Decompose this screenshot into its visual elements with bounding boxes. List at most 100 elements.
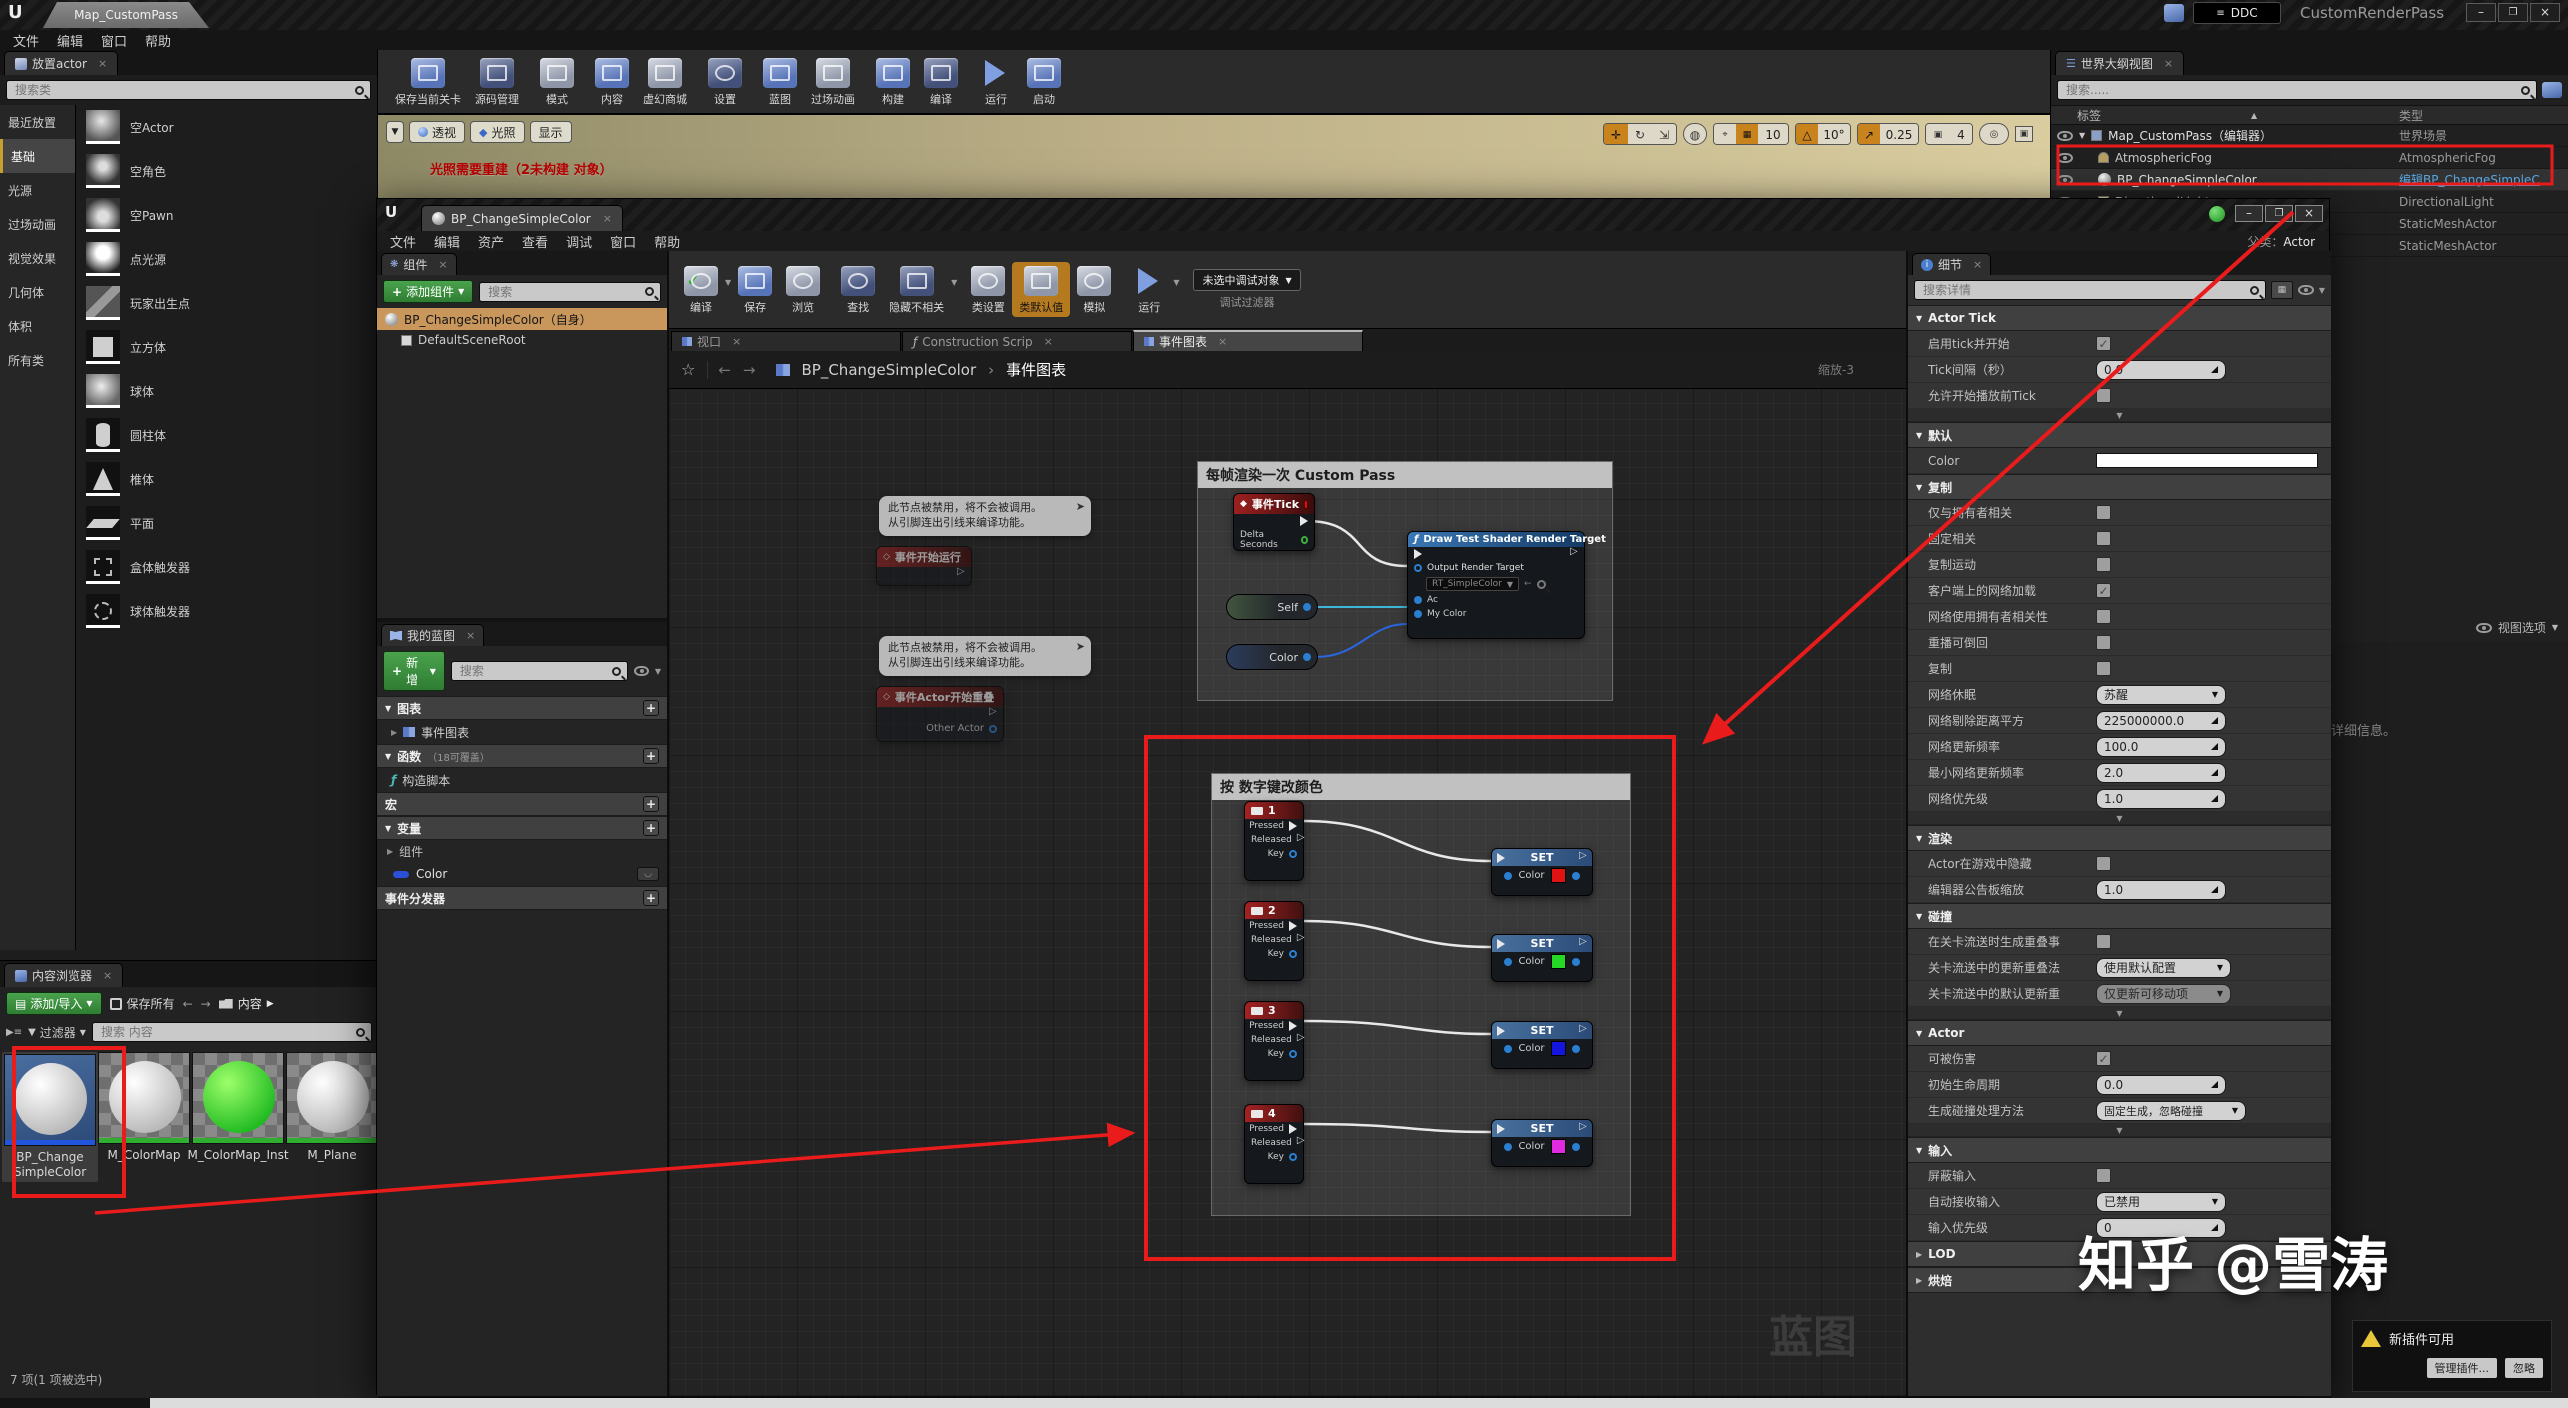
favorite-star-icon[interactable]: ☆ bbox=[681, 360, 695, 379]
place-item[interactable]: 空角色 bbox=[76, 149, 377, 193]
checkbox[interactable] bbox=[2096, 505, 2111, 520]
nav-back-icon[interactable]: ← bbox=[707, 360, 731, 379]
category-volumes[interactable]: 体积 bbox=[0, 309, 75, 343]
checkbox[interactable] bbox=[2096, 856, 2111, 871]
cinematics-button[interactable]: 过场动画 bbox=[804, 54, 862, 109]
pressed-pin[interactable] bbox=[1289, 821, 1297, 831]
view-options-button[interactable]: 视图选项 ▼ bbox=[2475, 619, 2558, 636]
class-defaults-button[interactable]: 类默认值 bbox=[1012, 262, 1071, 317]
set-color-node-magenta[interactable]: SET Color bbox=[1491, 1119, 1593, 1167]
graphs-section[interactable]: ▼ 图表 + bbox=[377, 696, 667, 720]
add-actor-icon[interactable] bbox=[2542, 82, 2562, 98]
column-label[interactable]: 标签 bbox=[2077, 107, 2101, 124]
section-rendering[interactable]: ▼ 渲染 bbox=[1908, 825, 2331, 851]
content-button[interactable]: 内容 bbox=[588, 54, 636, 109]
color-swatch[interactable] bbox=[1550, 954, 1566, 969]
menu-file[interactable]: 文件 bbox=[4, 29, 48, 52]
place-item[interactable]: 平面 bbox=[76, 501, 377, 545]
tab-viewport[interactable]: 视口 × bbox=[671, 331, 901, 351]
category-basic[interactable]: 基础 bbox=[0, 139, 75, 173]
myblueprint-add-button[interactable]: + 新增 ▼ bbox=[383, 651, 445, 691]
macros-section[interactable]: 宏 + bbox=[377, 792, 667, 816]
expand-more-button[interactable]: ▼ bbox=[1908, 1007, 2331, 1020]
close-icon[interactable]: × bbox=[1973, 258, 1982, 271]
exec-in-pin[interactable] bbox=[1497, 1025, 1505, 1036]
number-field[interactable]: 1.0 bbox=[2096, 879, 2226, 900]
color-variable-row[interactable]: Color ◡ bbox=[377, 862, 667, 886]
place-item[interactable]: 点光源 bbox=[76, 237, 377, 281]
breadcrumb-root[interactable]: BP_ChangeSimpleColor bbox=[802, 361, 977, 379]
ddc-button[interactable]: ≡ DDC bbox=[2193, 2, 2281, 24]
marketplace-button[interactable]: 虚幻商城 bbox=[636, 54, 694, 109]
checkbox[interactable] bbox=[2096, 531, 2111, 546]
object-pin[interactable] bbox=[989, 724, 997, 733]
place-item[interactable]: 玩家出生点 bbox=[76, 281, 377, 325]
number-field[interactable]: 0.0 bbox=[2096, 1074, 2226, 1095]
add-graph-button[interactable]: + bbox=[643, 700, 659, 716]
set-color-node-green[interactable]: SET Color bbox=[1491, 934, 1593, 982]
ignore-button[interactable]: 忽略 bbox=[2505, 1358, 2543, 1378]
sources-toggle-icon[interactable]: ▶≡ bbox=[6, 1027, 22, 1038]
color-out-pin[interactable] bbox=[1571, 957, 1580, 966]
number-field[interactable]: 2.0 bbox=[2096, 762, 2226, 783]
exec-in-pin[interactable] bbox=[1497, 852, 1505, 863]
place-item[interactable]: 球体 bbox=[76, 369, 377, 413]
save-all-button[interactable]: 保存所有 bbox=[109, 995, 175, 1012]
forward-icon[interactable]: → bbox=[201, 997, 211, 1011]
asset-item[interactable]: M_ColorMap bbox=[98, 1052, 190, 1182]
color-in-pin[interactable] bbox=[1504, 871, 1513, 880]
exec-out-pin[interactable] bbox=[1579, 936, 1587, 949]
outliner-search[interactable] bbox=[2057, 80, 2537, 100]
bp-menu-asset[interactable]: 资产 bbox=[469, 230, 513, 253]
path-breadcrumb[interactable]: 内容 ▶ bbox=[218, 995, 274, 1012]
dropdown[interactable]: 苏醒 ▼ bbox=[2096, 684, 2226, 705]
key-pin[interactable] bbox=[1289, 850, 1297, 858]
outliner-tab[interactable]: ☰ 世界大纲视图 × bbox=[2055, 51, 2185, 75]
exec-pin[interactable] bbox=[989, 706, 997, 719]
self-getter-node[interactable]: Self bbox=[1226, 594, 1318, 620]
modes-button[interactable]: 模式 bbox=[533, 54, 581, 109]
visibility-filter-icon[interactable] bbox=[2297, 285, 2314, 295]
variable-visibility-toggle[interactable]: ◡ bbox=[637, 867, 659, 881]
close-icon[interactable]: × bbox=[2164, 57, 2173, 70]
maximize-viewport-icon[interactable]: ▣ bbox=[2015, 126, 2033, 142]
close-button[interactable]: × bbox=[2530, 3, 2560, 22]
dropdown[interactable]: 已禁用 ▼ bbox=[2096, 1191, 2226, 1212]
screenshot-icon[interactable]: ◎ bbox=[1979, 123, 2009, 145]
add-import-button[interactable]: ▤ 添加/导入 ▼ bbox=[6, 992, 102, 1015]
construction-script-row[interactable]: ƒ 构造脚本 bbox=[377, 768, 667, 792]
key-2-node[interactable]: 2 Pressed Released Key bbox=[1244, 901, 1305, 981]
checkbox[interactable] bbox=[2096, 934, 2111, 949]
color-out-pin[interactable] bbox=[1571, 1142, 1580, 1151]
simulate-button[interactable]: 模拟 bbox=[1070, 262, 1118, 317]
bp-menu-file[interactable]: 文件 bbox=[381, 230, 425, 253]
exec-out-pin[interactable] bbox=[1579, 1023, 1587, 1036]
asset-item[interactable]: M_ColorMap_Inst bbox=[187, 1052, 289, 1182]
add-function-button[interactable]: + bbox=[643, 748, 659, 764]
float-pin[interactable] bbox=[1300, 536, 1308, 544]
details-search[interactable] bbox=[1914, 280, 2266, 300]
color-getter-node[interactable]: Color bbox=[1226, 644, 1318, 670]
add-macro-button[interactable]: + bbox=[643, 796, 659, 812]
color-in-pin[interactable] bbox=[1504, 957, 1513, 966]
lit-mode-button[interactable]: ◆ 光照 bbox=[470, 121, 525, 143]
visibility-eye-icon[interactable] bbox=[2057, 174, 2073, 185]
dropdown[interactable]: 使用默认配置 ▼ bbox=[2096, 957, 2231, 978]
checkbox[interactable] bbox=[2096, 635, 2111, 650]
content-browser-tab[interactable]: 内容浏览器 × bbox=[4, 963, 124, 987]
component-row-self[interactable]: BP_ChangeSimpleColor（自身） bbox=[377, 308, 667, 330]
source-control-button[interactable]: 源码管理 bbox=[468, 54, 526, 109]
exec-in-pin[interactable] bbox=[1497, 938, 1505, 949]
components-search[interactable] bbox=[479, 281, 661, 302]
draw-render-target-node[interactable]: ƒDraw Test Shader Render Target Output R… bbox=[1407, 531, 1606, 639]
perspective-button[interactable]: 透视 bbox=[409, 121, 466, 143]
camera-speed-value[interactable]: 4 bbox=[1950, 124, 1972, 144]
category-visual[interactable]: 视觉效果 bbox=[0, 241, 75, 275]
checkbox[interactable] bbox=[2096, 583, 2111, 598]
expand-more-button[interactable]: ▼ bbox=[1908, 409, 2331, 422]
visibility-eye-icon[interactable] bbox=[2057, 152, 2073, 163]
play-button[interactable]: 运行 bbox=[972, 54, 1020, 109]
place-item[interactable]: 圆柱体 bbox=[76, 413, 377, 457]
event-actorbeginoverlap-node[interactable]: ◇事件Actor开始重叠 Other Actor bbox=[876, 686, 1004, 742]
close-icon[interactable]: × bbox=[103, 969, 112, 982]
